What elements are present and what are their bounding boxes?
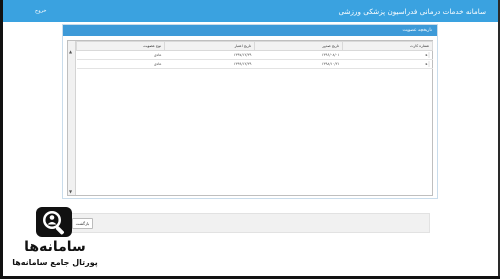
- cell-issue-date: ۱۳۹۶/۰۸/۰۱: [254, 50, 343, 60]
- exit-link[interactable]: خروج: [35, 8, 47, 14]
- cell-expiry-date: ۱۳۹۷/۱۲/۲۹: [164, 50, 255, 60]
- column-header-card-number[interactable]: شماره کارت: [342, 41, 433, 51]
- cell-membership-type: عادی: [76, 50, 165, 60]
- cell-expiry-date: ۱۳۹۹/۱۲/۲۹: [164, 59, 255, 69]
- cell-card-number: ▸: [342, 50, 433, 60]
- chevron-down-icon[interactable]: ▼: [69, 190, 72, 194]
- membership-history-panel: تاریخچه عضویت ▲ ▼ نوع عضویت تاریخ اعتبار…: [62, 24, 438, 199]
- card-number-value: [427, 52, 430, 58]
- window-frame-left: [0, 0, 3, 279]
- footer-toolbar: بازگشت: [62, 213, 430, 233]
- top-header-bar: خروج سامانه خدمات درمانی فدراسیون پزشکی …: [3, 0, 498, 22]
- magnifier-person-icon: [36, 207, 72, 237]
- membership-grid: ▲ ▼ نوع عضویت تاریخ اعتبار تاریخ صدور شم…: [67, 40, 433, 196]
- column-header-issue-date[interactable]: تاریخ صدور: [254, 41, 343, 51]
- column-header-expiry-date[interactable]: تاریخ اعتبار: [164, 41, 255, 51]
- panel-header: تاریخچه عضویت: [63, 25, 437, 36]
- table-row[interactable]: عادی ۱۳۹۷/۱۲/۲۹ ۱۳۹۶/۰۸/۰۱ ▸: [76, 50, 433, 60]
- logo-subtitle: پورتال جامع سامانه‌ها: [12, 258, 98, 267]
- table-header-row: نوع عضویت تاریخ اعتبار تاریخ صدور شماره …: [76, 41, 433, 51]
- cell-card-number: ▸: [342, 59, 433, 69]
- samaneha-logo-watermark: سامانه‌ها پورتال جامع سامانه‌ها: [10, 204, 100, 274]
- cell-issue-date: ۱۳۹۸/۱۰/۲۱: [254, 59, 343, 69]
- logo-title: سامانه‌ها: [24, 239, 86, 255]
- table-row[interactable]: عادی ۱۳۹۹/۱۲/۲۹ ۱۳۹۸/۱۰/۲۱ ▸: [76, 59, 433, 69]
- chevron-up-icon[interactable]: ▲: [69, 50, 72, 54]
- column-header-membership-type[interactable]: نوع عضویت: [76, 41, 165, 51]
- panel-title: تاریخچه عضویت: [402, 28, 432, 33]
- membership-table: نوع عضویت تاریخ اعتبار تاریخ صدور شماره …: [76, 41, 433, 69]
- cell-membership-type: عادی: [76, 59, 165, 69]
- vertical-scrollbar[interactable]: ▲ ▼: [68, 41, 76, 195]
- app-title: سامانه خدمات درمانی فدراسیون پزشکی ورزشی: [338, 6, 487, 16]
- card-number-value: [427, 61, 430, 67]
